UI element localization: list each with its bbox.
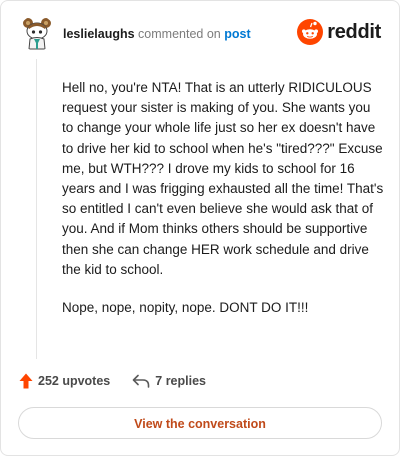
- thread-line: [36, 59, 37, 359]
- reddit-logo-icon: [297, 19, 324, 45]
- post-link[interactable]: post: [224, 27, 250, 41]
- commented-on-text: commented on: [138, 27, 221, 41]
- avatar-snoo-icon: [23, 18, 51, 50]
- username-link[interactable]: leslielaughs: [63, 27, 135, 41]
- reply-stat[interactable]: 7 replies: [132, 374, 206, 388]
- reddit-brand[interactable]: reddit: [297, 19, 381, 45]
- view-conversation-button[interactable]: View the conversation: [18, 407, 382, 439]
- user-avatar[interactable]: [19, 15, 55, 51]
- reply-arrow-icon: [132, 374, 150, 388]
- comment-footer: 252 upvotes 7 replies: [19, 373, 206, 389]
- comment-header: leslielaughs commented on post: [63, 27, 251, 41]
- reply-count: 7 replies: [155, 374, 206, 388]
- comment-paragraph: Hell no, you're NTA! That is an utterly …: [62, 80, 384, 277]
- upvote-count: 252 upvotes: [38, 374, 111, 388]
- upvote-stat[interactable]: 252 upvotes: [19, 373, 110, 389]
- comment-body: Hell no, you're NTA! That is an utterly …: [62, 78, 384, 336]
- comment-paragraph: Nope, nope, nopity, nope. DONT DO IT!!!: [62, 300, 309, 316]
- comment-embed-card: leslielaughs commented on post reddit He…: [0, 0, 400, 456]
- upvote-arrow-icon: [19, 373, 33, 389]
- brand-wordmark: reddit: [327, 20, 381, 43]
